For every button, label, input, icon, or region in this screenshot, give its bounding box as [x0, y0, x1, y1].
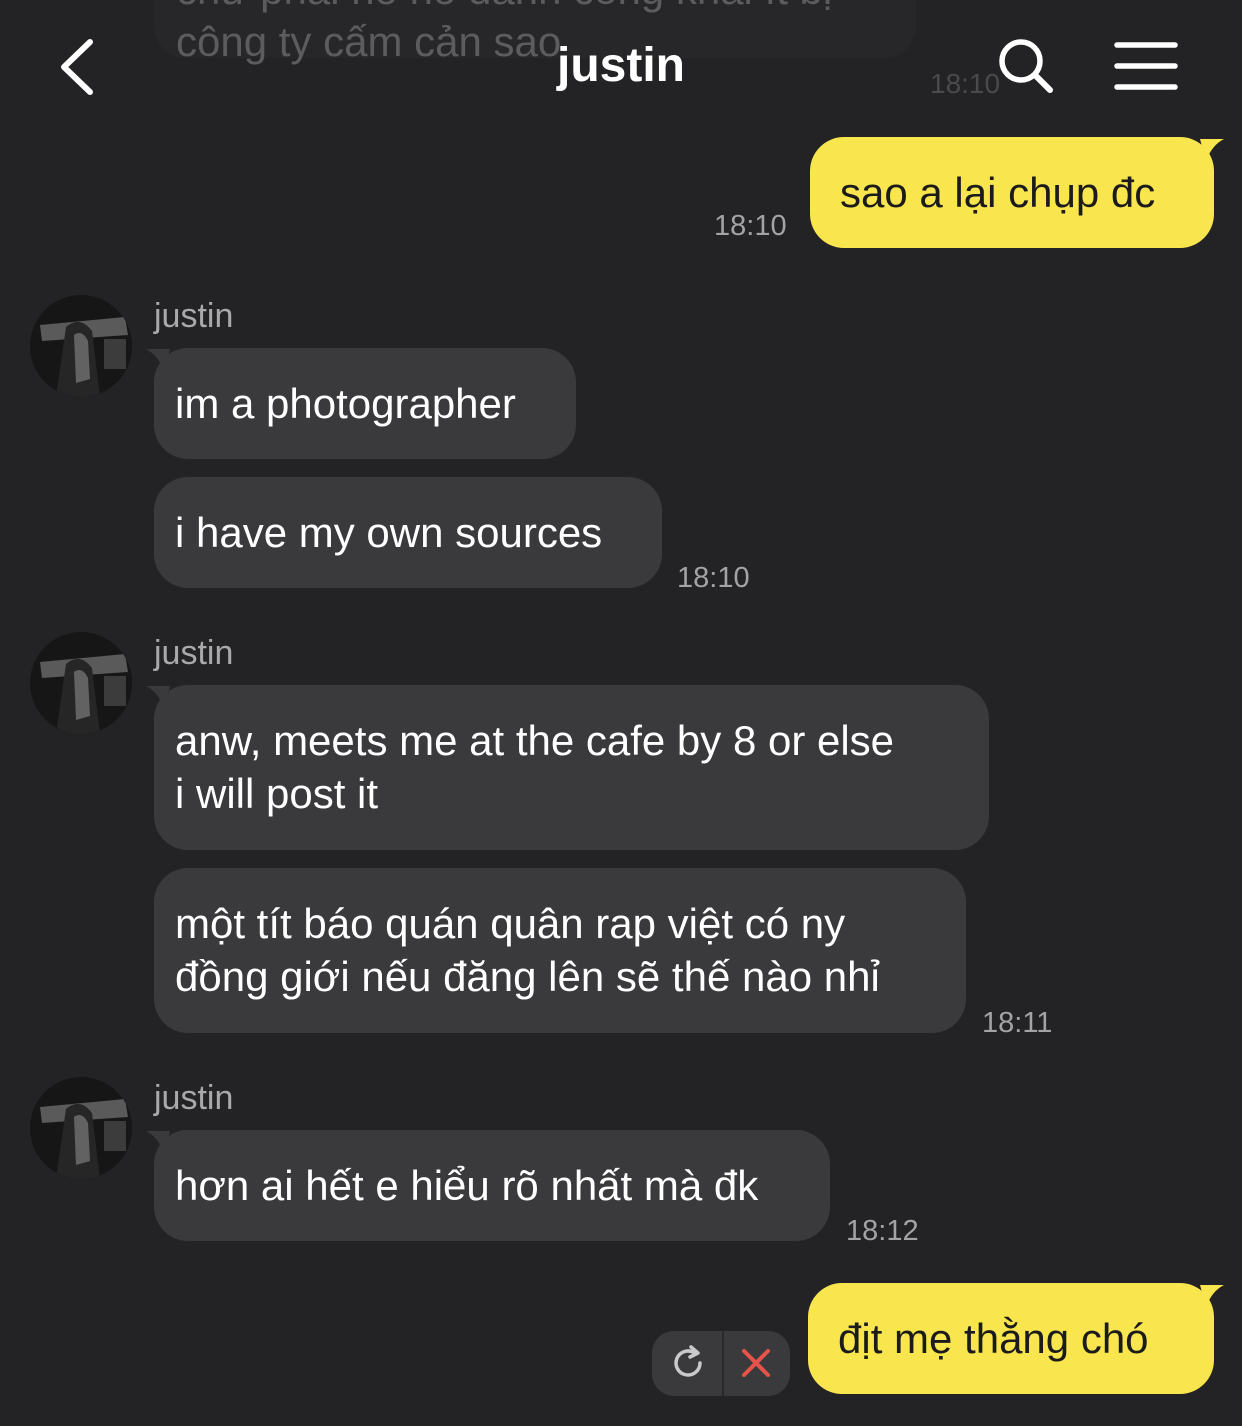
message-text: im a photographer [175, 380, 516, 427]
message-text-line: anw, meets me at the cafe by 8 or else [175, 717, 895, 764]
bubble-tail [1200, 1285, 1224, 1307]
divider [722, 1331, 724, 1396]
incoming-message-bubble[interactable]: hơn ai hết e hiểu rõ nhất mà đk [154, 1130, 830, 1241]
bubble-tail [1200, 139, 1224, 161]
avatar[interactable] [30, 1077, 132, 1179]
incoming-message-bubble[interactable]: im a photographer [154, 348, 576, 459]
hamburger-menu-icon[interactable] [1114, 40, 1178, 92]
sender-name: justin [154, 297, 234, 335]
sender-name: justin [154, 634, 234, 672]
message-text-line: một tít báo quán quân rap việt có ny [175, 900, 846, 947]
incoming-message-bubble[interactable]: anw, meets me at the cafe by 8 or else i… [154, 685, 989, 850]
message-text-line: đồng giới nếu đăng lên sẽ thế nào nhỉ [175, 953, 880, 1000]
message-text: hơn ai hết e hiểu rõ nhất mà đk [175, 1162, 759, 1209]
incoming-message-bubble[interactable]: một tít báo quán quân rap việt có ny đồn… [154, 868, 966, 1033]
message-text: sao a lại chụp đc [840, 169, 1156, 216]
avatar[interactable] [30, 295, 132, 397]
avatar[interactable] [30, 632, 132, 734]
sender-name: justin [154, 1079, 234, 1117]
outgoing-message-bubble[interactable]: địt mẹ thằng chó [808, 1283, 1214, 1394]
message-time: 18:10 [677, 562, 750, 594]
message-time: 18:11 [982, 1007, 1053, 1039]
search-icon[interactable] [996, 36, 1056, 96]
close-icon[interactable] [740, 1347, 772, 1379]
incoming-message-bubble[interactable]: i have my own sources [154, 477, 662, 588]
failed-message-actions [652, 1331, 790, 1396]
message-time: 18:12 [846, 1215, 919, 1247]
retry-icon[interactable] [670, 1345, 706, 1381]
outgoing-message-bubble[interactable]: sao a lại chụp đc [810, 137, 1214, 248]
message-text: địt mẹ thằng chó [838, 1315, 1149, 1362]
message-time: 18:10 [714, 210, 787, 242]
message-text: i have my own sources [175, 509, 603, 556]
chat-header: justin [0, 0, 1242, 130]
message-text-line: i will post it [175, 770, 379, 817]
